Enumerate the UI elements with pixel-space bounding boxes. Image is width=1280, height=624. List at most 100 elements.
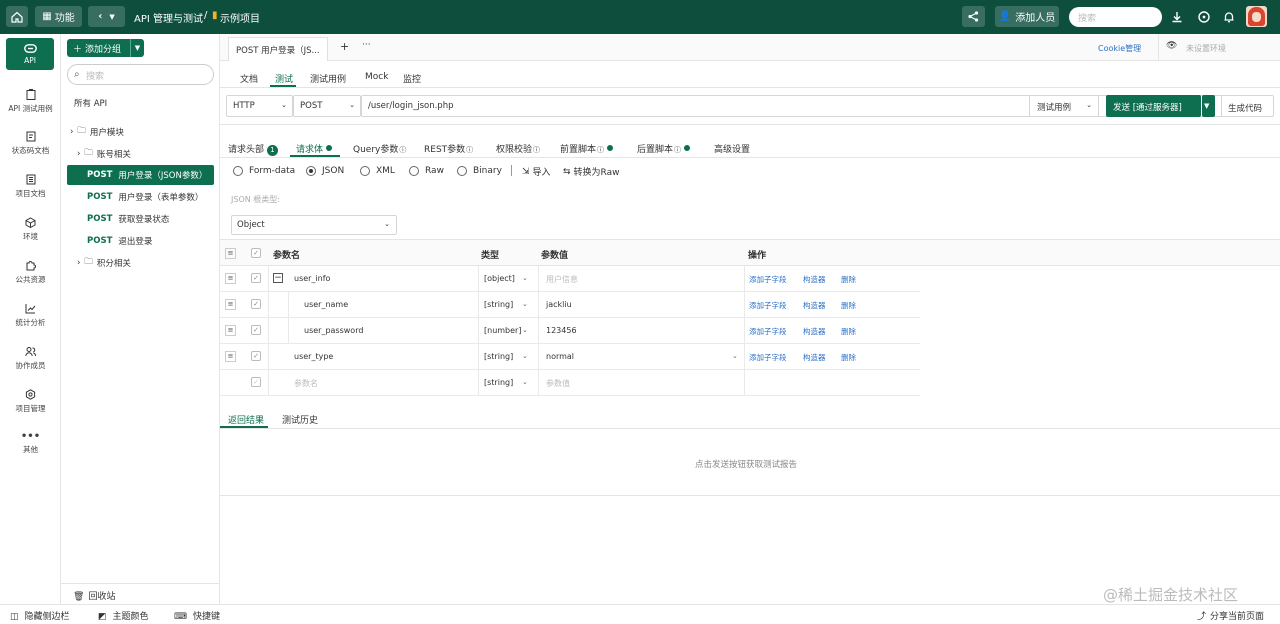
json-root-select[interactable]: Object ⌄ (231, 215, 397, 235)
nav-item-9[interactable]: ••• 其他 (0, 425, 61, 463)
row-checkbox[interactable]: ✓ (251, 273, 261, 283)
param-value[interactable]: jackliu (546, 300, 572, 309)
select-all-checkbox[interactable]: ✓ (251, 248, 261, 258)
tree-folder-account[interactable]: › 🗀 账号相关 (67, 144, 214, 164)
chevron-down-icon[interactable]: ⌄ (732, 352, 738, 360)
breadcrumb-api[interactable]: API 管理与测试 (134, 10, 203, 25)
function-button[interactable]: ▦ 功能 (35, 6, 82, 27)
row-checkbox[interactable]: ✓ (251, 377, 261, 387)
bell-icon[interactable] (1220, 8, 1237, 25)
param-value[interactable]: 用户信息 (546, 274, 578, 285)
param-tab-query[interactable]: Query参数ⓘ (353, 142, 406, 155)
radio-xml[interactable]: XML (360, 166, 395, 176)
protocol-select[interactable]: HTTP ⌄ (226, 95, 293, 117)
subtab-monitor[interactable]: 监控 (403, 72, 421, 85)
param-type[interactable]: [string] (484, 352, 513, 361)
download-icon[interactable] (1168, 8, 1185, 25)
result-tab-response[interactable]: 返回结果 (228, 413, 264, 426)
param-tab-postscript[interactable]: 后置脚本ⓘ (637, 142, 691, 155)
tree-folder-user-module[interactable]: › 🗀 用户模块 (67, 122, 214, 142)
generate-code-button[interactable]: 生成代码 (1221, 95, 1274, 117)
nav-item-8[interactable]: 项目管理 (0, 382, 61, 420)
param-type[interactable]: [string] (484, 378, 513, 387)
row-checkbox[interactable]: ✓ (251, 351, 261, 361)
delete-button[interactable]: 删除 (841, 274, 856, 285)
builder-button[interactable]: 构造器 (803, 300, 826, 311)
row-checkbox[interactable]: ✓ (251, 299, 261, 309)
param-value-input[interactable]: 参数值 (546, 378, 570, 389)
delete-button[interactable]: 删除 (841, 300, 856, 311)
request-tab[interactable]: POST 用户登录（JS... (228, 37, 328, 61)
theme-color-button[interactable]: ◩ 主题颜色 (98, 609, 149, 622)
nav-item-7[interactable]: 协作成员 (0, 339, 61, 377)
builder-button[interactable]: 构造器 (803, 352, 826, 363)
search-input[interactable]: 搜索 (1069, 7, 1162, 27)
nav-item-2[interactable]: 状态码文档 (0, 124, 61, 162)
param-value[interactable]: 123456 (546, 326, 577, 335)
add-child-button[interactable]: 添加子字段 (749, 300, 787, 311)
nav-item-6[interactable]: 统计分析 (0, 296, 61, 334)
param-tab-prescript[interactable]: 前置脚本ⓘ (560, 142, 614, 155)
tree-all-api[interactable]: 所有 API (67, 93, 214, 113)
param-tab-headers[interactable]: 请求头部 1 (228, 142, 279, 156)
nav-item-3[interactable]: 项目文档 (0, 167, 61, 205)
drag-handle-icon[interactable]: ≡ (225, 299, 236, 310)
tree-api-login-status[interactable]: POST 获取登录状态 (67, 209, 214, 229)
tree-search-input[interactable]: 搜索 (67, 64, 214, 85)
import-button[interactable]: ⇲ 导入 (522, 165, 551, 179)
subtab-doc[interactable]: 文档 (240, 72, 258, 85)
test-case-select[interactable]: 测试用例 ⌄ (1029, 95, 1099, 117)
share-button[interactable] (962, 6, 985, 27)
add-child-button[interactable]: 添加子字段 (749, 352, 787, 363)
project-name[interactable]: 示例项目 (220, 10, 260, 25)
nav-item-1[interactable]: API 测试用例 (0, 82, 61, 120)
row-checkbox[interactable]: ✓ (251, 325, 261, 335)
param-name-input[interactable]: 参数名 (294, 378, 318, 389)
subtab-mock[interactable]: Mock (365, 72, 388, 82)
tab-more-button[interactable]: ··· (362, 40, 371, 50)
param-name[interactable]: user_name (304, 300, 348, 309)
nav-item-5[interactable]: 公共资源 (0, 253, 61, 291)
radio-binary[interactable]: Binary (457, 166, 502, 176)
method-select[interactable]: POST ⌄ (293, 95, 361, 117)
builder-button[interactable]: 构造器 (803, 326, 826, 337)
delete-button[interactable]: 删除 (841, 326, 856, 337)
builder-button[interactable]: 构造器 (803, 274, 826, 285)
delete-button[interactable]: 删除 (841, 352, 856, 363)
cookie-manage-link[interactable]: Cookie管理 (1098, 43, 1141, 54)
result-tab-history[interactable]: 测试历史 (282, 413, 318, 426)
nav-item-0[interactable]: API (6, 38, 54, 70)
param-name[interactable]: user_password (304, 326, 363, 335)
shortcut-button[interactable]: ⌨ 快捷键 (174, 609, 220, 622)
radio-form-data[interactable]: Form-data (233, 166, 295, 176)
param-tab-rest[interactable]: REST参数ⓘ (424, 142, 473, 155)
param-tab-advanced[interactable]: 高级设置 (714, 142, 750, 155)
param-name[interactable]: user_type (294, 352, 333, 361)
drag-handle-icon[interactable]: ≡ (225, 273, 236, 284)
subtab-test[interactable]: 测试 (275, 72, 293, 85)
send-button[interactable]: 发送 [通过服务器] (1106, 95, 1201, 117)
convert-raw-button[interactable]: ⇆ 转换为Raw (563, 165, 619, 179)
new-tab-button[interactable]: + (340, 40, 349, 53)
env-select[interactable]: 未设置环境 (1186, 43, 1226, 54)
add-child-button[interactable]: 添加子字段 (749, 274, 787, 285)
drag-handle-icon[interactable]: ≡ (225, 325, 236, 336)
tree-folder-points[interactable]: › 🗀 积分相关 (67, 253, 214, 273)
param-type[interactable]: [number] (484, 326, 521, 335)
param-tab-body[interactable]: 请求体 (296, 142, 333, 155)
radio-json[interactable]: JSON (306, 166, 344, 176)
drag-handle-icon[interactable]: ≡ (225, 351, 236, 362)
param-value[interactable]: normal (546, 352, 574, 361)
subtab-testcase[interactable]: 测试用例 (310, 72, 346, 85)
recycle-bin[interactable]: 🗑 回收站 (61, 583, 220, 604)
param-tab-auth[interactable]: 权限校验ⓘ (496, 142, 540, 155)
hide-sidebar-button[interactable]: ◫ 隐藏侧边栏 (10, 609, 70, 622)
nav-item-4[interactable]: 环境 (0, 210, 61, 248)
param-name[interactable]: user_info (294, 274, 330, 283)
send-dropdown[interactable]: ▼ (1202, 95, 1215, 117)
collapse-toggle[interactable]: − (273, 273, 283, 283)
param-type[interactable]: [object] (484, 274, 515, 283)
home-button[interactable] (6, 6, 28, 27)
avatar[interactable] (1246, 6, 1267, 27)
add-group-dropdown[interactable]: ▼ (130, 39, 144, 57)
